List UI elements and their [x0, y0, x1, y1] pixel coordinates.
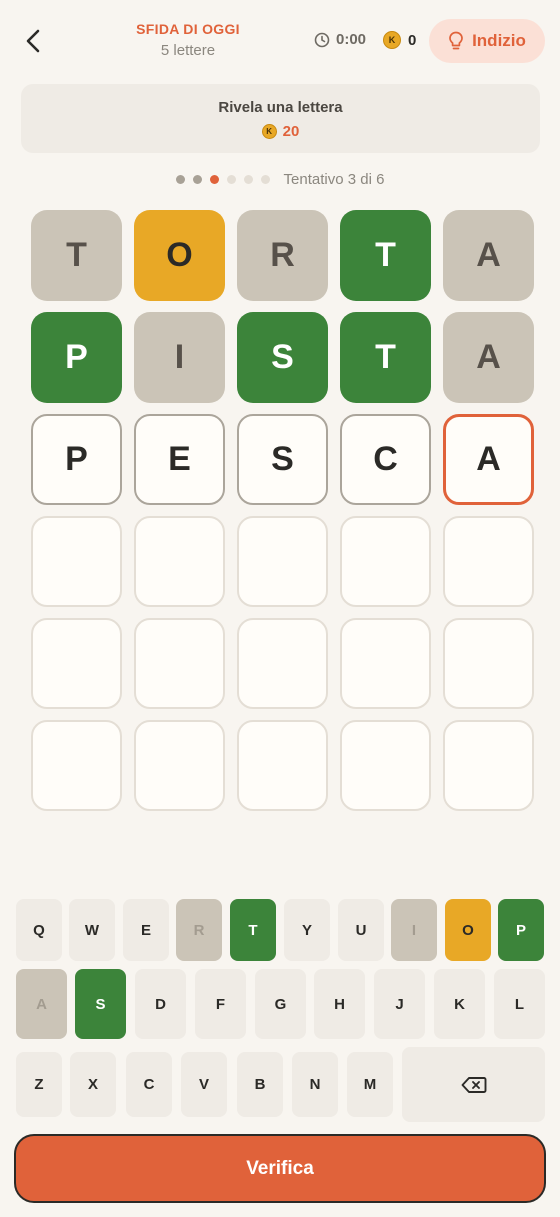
- header: SFIDA DI OGGI 5 lettere 0:00 K 0 Indizio: [0, 0, 560, 84]
- letter-tile: S: [237, 312, 328, 403]
- key-f[interactable]: F: [195, 969, 246, 1039]
- title-block: SFIDA DI OGGI 5 lettere: [100, 21, 276, 59]
- clock-icon: [314, 32, 330, 47]
- reveal-cost: K 20: [21, 123, 540, 140]
- key-a[interactable]: A: [16, 969, 67, 1039]
- letter-tile: [237, 516, 328, 607]
- key-g[interactable]: G: [255, 969, 306, 1039]
- reveal-title: Rivela una lettera: [218, 99, 343, 116]
- chevron-left-icon: [26, 29, 40, 53]
- letter-tile: [340, 516, 431, 607]
- reveal-cost-value: 20: [282, 123, 300, 140]
- letter-tile: T: [31, 210, 122, 301]
- progress-dot: [192, 174, 202, 184]
- board-row: [31, 720, 534, 811]
- progress-dot: [226, 174, 236, 184]
- letter-tile: P: [31, 414, 122, 505]
- letter-tile: A: [443, 210, 534, 301]
- key-h[interactable]: H: [314, 969, 365, 1039]
- key-w[interactable]: W: [69, 899, 115, 961]
- attempt-label: Tentativo 3 di 6: [283, 170, 385, 188]
- key-q[interactable]: Q: [16, 899, 62, 961]
- key-y[interactable]: Y: [284, 899, 330, 961]
- key-c[interactable]: C: [126, 1052, 172, 1117]
- backspace-key[interactable]: [402, 1047, 545, 1122]
- key-l[interactable]: L: [494, 969, 545, 1039]
- letter-tile: P: [31, 312, 122, 403]
- progress-dot: [243, 174, 253, 184]
- key-t[interactable]: T: [230, 899, 276, 961]
- coin-icon: K: [383, 31, 401, 49]
- key-e[interactable]: E: [123, 899, 169, 961]
- letter-tile: C: [340, 414, 431, 505]
- progress-dot: [175, 174, 185, 184]
- letter-tile: S: [237, 414, 328, 505]
- key-i[interactable]: I: [391, 899, 437, 961]
- board-row: TORTA: [31, 210, 534, 301]
- key-z[interactable]: Z: [16, 1052, 62, 1117]
- letter-tile: [237, 618, 328, 709]
- key-u[interactable]: U: [338, 899, 384, 961]
- key-m[interactable]: M: [347, 1052, 393, 1117]
- key-n[interactable]: N: [292, 1052, 338, 1117]
- letter-tile: T: [340, 312, 431, 403]
- attempt-progress: Tentativo 3 di 6: [0, 169, 560, 189]
- progress-dot: [260, 174, 270, 184]
- key-v[interactable]: V: [181, 1052, 227, 1117]
- board-row: PESCA: [31, 414, 534, 505]
- letter-tile: [340, 618, 431, 709]
- key-d[interactable]: D: [135, 969, 186, 1039]
- key-x[interactable]: X: [70, 1052, 116, 1117]
- coin-count: 0: [408, 31, 417, 49]
- letter-tile: [31, 618, 122, 709]
- hint-label: Indizio: [472, 31, 526, 50]
- letter-tile: A: [443, 414, 534, 505]
- reveal-letter-button[interactable]: Rivela una lettera K 20: [21, 84, 540, 153]
- letter-tile: O: [134, 210, 225, 301]
- hint-button[interactable]: Indizio: [429, 19, 545, 63]
- letter-tile: [340, 720, 431, 811]
- key-r[interactable]: R: [176, 899, 222, 961]
- board-row: PISTA: [31, 312, 534, 403]
- letter-tile: T: [340, 210, 431, 301]
- verify-label: Verifica: [246, 1157, 314, 1179]
- backspace-icon: [461, 1076, 486, 1093]
- key-s[interactable]: S: [75, 969, 126, 1039]
- letter-tile: [443, 618, 534, 709]
- letter-tile: [31, 516, 122, 607]
- board-row: [31, 618, 534, 709]
- timer: 0:00: [314, 31, 366, 48]
- page-title: SFIDA DI OGGI: [136, 21, 240, 37]
- letter-tile: [134, 516, 225, 607]
- key-o[interactable]: O: [445, 899, 491, 961]
- key-j[interactable]: J: [374, 969, 425, 1039]
- letter-tile: A: [443, 312, 534, 403]
- game-board: TORTAPISTAPESCA: [31, 210, 534, 822]
- key-p[interactable]: P: [498, 899, 544, 961]
- letter-tile: E: [134, 414, 225, 505]
- progress-dot: [209, 174, 219, 184]
- verify-button[interactable]: Verifica: [14, 1134, 546, 1203]
- back-button[interactable]: [16, 22, 50, 60]
- letter-tile: [443, 516, 534, 607]
- letter-tile: [134, 618, 225, 709]
- page-subtitle: 5 lettere: [160, 42, 216, 59]
- coin-balance: K 0: [383, 31, 416, 49]
- letter-tile: R: [237, 210, 328, 301]
- key-k[interactable]: K: [434, 969, 485, 1039]
- letter-tile: [134, 720, 225, 811]
- letter-tile: I: [134, 312, 225, 403]
- letter-tile: [237, 720, 328, 811]
- key-b[interactable]: B: [237, 1052, 283, 1117]
- timer-value: 0:00: [336, 31, 367, 48]
- lightbulb-icon: [449, 31, 463, 50]
- letter-tile: [443, 720, 534, 811]
- board-row: [31, 516, 534, 607]
- letter-tile: [31, 720, 122, 811]
- progress-dots: [175, 174, 270, 184]
- coin-icon: K: [261, 124, 277, 139]
